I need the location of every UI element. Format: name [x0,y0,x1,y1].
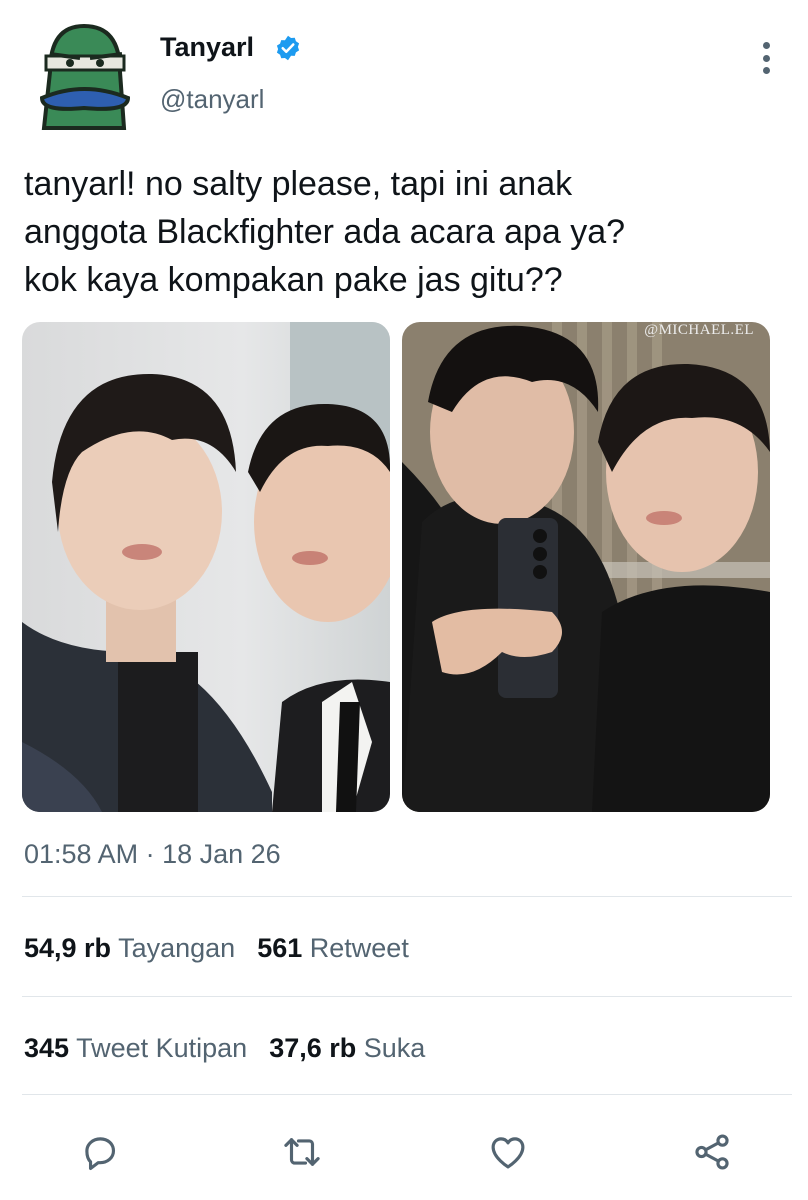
likes-stat[interactable]: 37,6 rb Suka [269,1033,425,1063]
like-icon[interactable] [484,1128,532,1176]
divider [22,996,792,997]
tweet-photo-2[interactable]: @MICHAEL.EL [402,322,770,812]
divider [22,1094,792,1095]
share-icon[interactable] [688,1128,736,1176]
quotes-stat[interactable]: 345 Tweet Kutipan [24,1033,247,1063]
stats-row-quotes-likes: 345 Tweet Kutipan 37,6 rb Suka [24,1030,425,1066]
retweets-count: 561 [257,933,303,963]
tweet-timestamp[interactable]: 01:58 AM · 18 Jan 26 [24,836,281,872]
divider [22,896,792,897]
display-name[interactable]: Tanyarl [160,30,254,64]
reply-icon[interactable] [76,1128,124,1176]
tweet-header: Tanyarl @tanyarl [0,0,808,140]
stats-row-views-retweets: 54,9 rb Tayangan 561 Retweet [24,930,409,966]
views-count: 54,9 rb [24,933,112,963]
verified-badge-icon [274,34,302,62]
tweet-text: tanyarl! no salty please, tapi ini anak … [24,165,626,299]
quotes-label: Tweet Kutipan [76,1033,248,1063]
photo-watermark: @MICHAEL.EL [644,322,754,338]
tweet-actions [0,1120,808,1180]
handle[interactable]: @tanyarl [160,82,264,116]
views-label: Tayangan [118,933,236,963]
avatar[interactable] [32,22,136,132]
likes-label: Suka [363,1033,426,1063]
more-options-icon[interactable] [752,38,780,78]
retweets-label: Retweet [309,933,409,963]
likes-count: 37,6 rb [269,1033,357,1063]
photo-2-image [402,322,770,812]
views-stat[interactable]: 54,9 rb Tayangan [24,933,235,963]
photo-1-image [22,322,390,812]
tweet-photo-1[interactable] [22,322,390,812]
avatar-image [39,23,131,130]
quotes-count: 345 [24,1033,70,1063]
retweet-icon[interactable] [278,1128,326,1176]
retweets-stat[interactable]: 561 Retweet [257,933,409,963]
